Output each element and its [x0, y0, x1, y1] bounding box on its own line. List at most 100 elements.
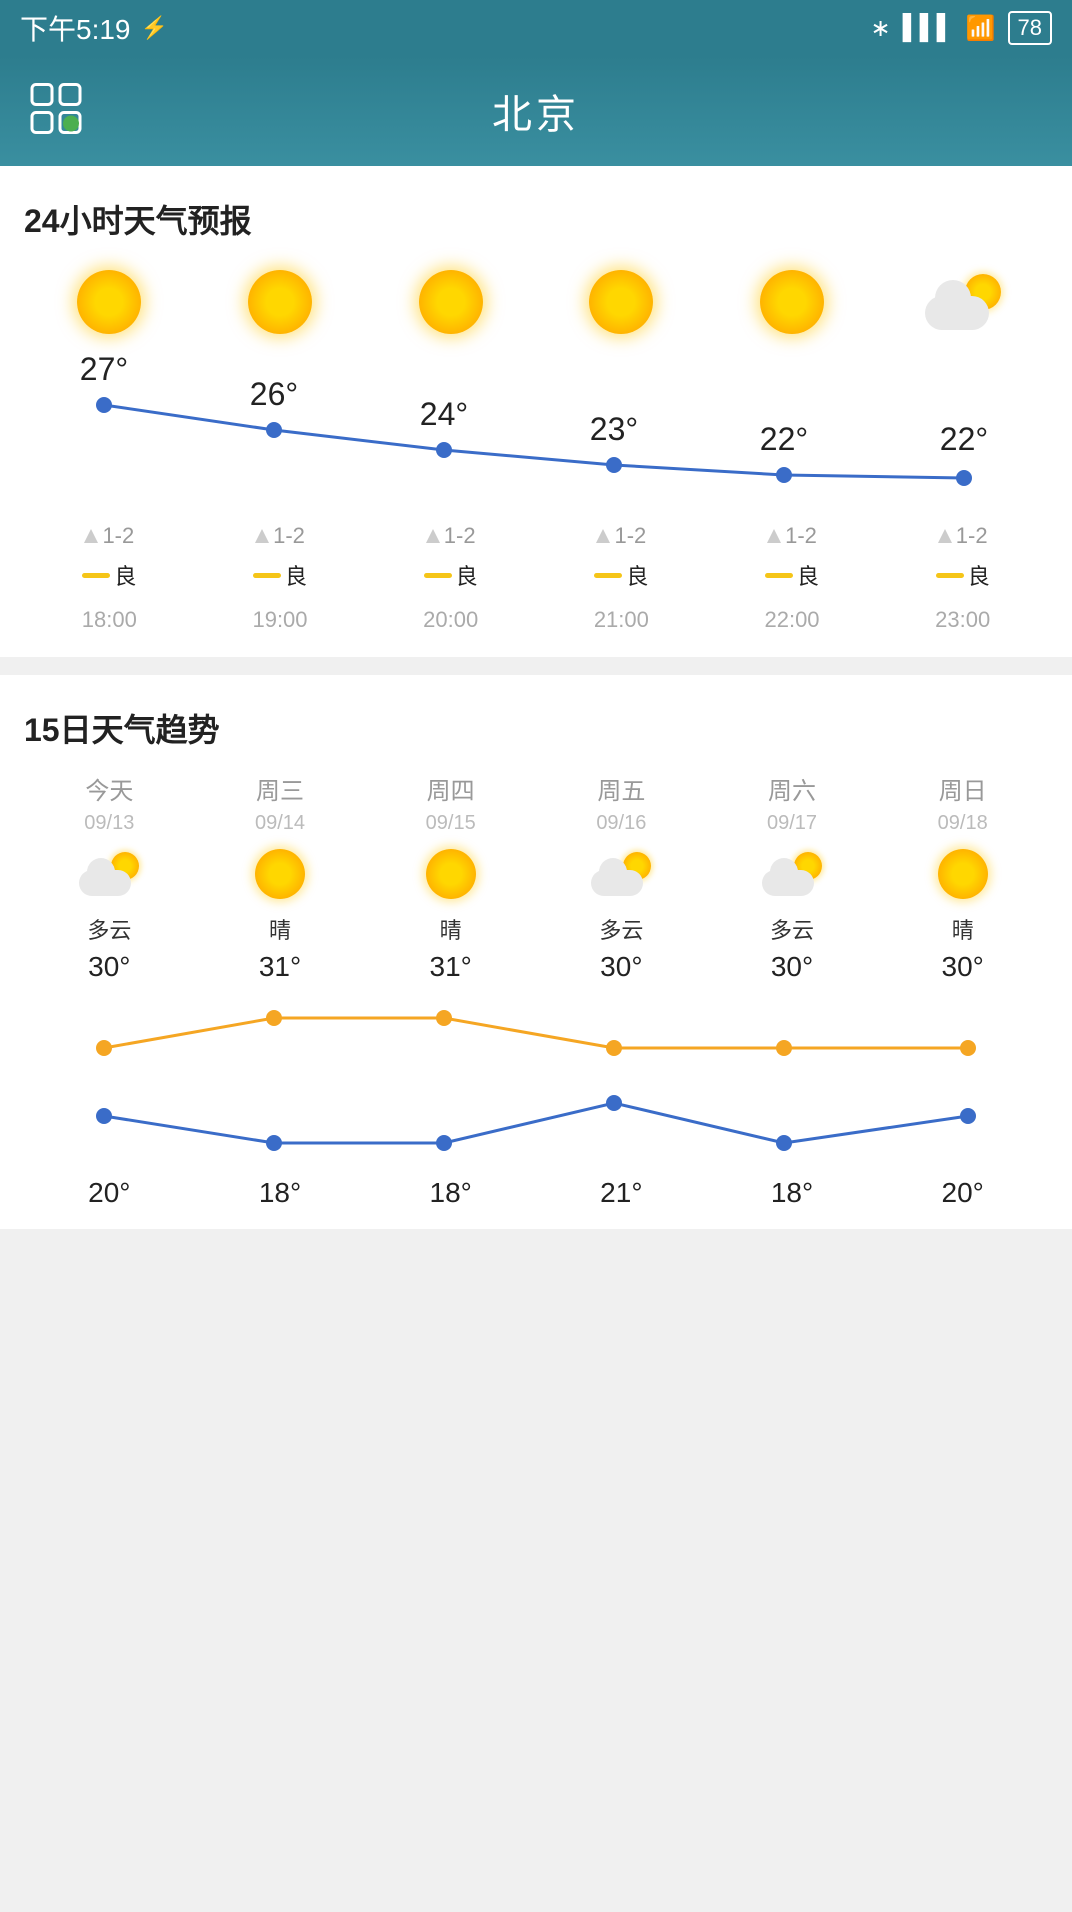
forecast-15d-title: 15日天气趋势: [24, 705, 1048, 751]
aqi-col-1: 良: [195, 559, 366, 595]
day-date-4: 09/17: [767, 812, 817, 835]
aqi-bar-5: [936, 573, 964, 578]
low-temp-col-4: 18°: [707, 1177, 878, 1209]
forecast-col-1: [195, 262, 366, 350]
day-desc-1: 晴: [269, 913, 291, 945]
time-col-1: 19:00: [195, 603, 366, 633]
day-icon-5: [933, 849, 993, 899]
low-temp-col-0: 20°: [24, 1177, 195, 1209]
time-col-4: 22:00: [707, 603, 878, 633]
day-col-0: 今天 09/13 多云 30°: [24, 771, 195, 983]
low-temp-trend-chart: [24, 1088, 1048, 1173]
wind-info-3: 1-2: [596, 523, 646, 549]
forecast-icons-row: [24, 262, 1048, 350]
wind-arrow-icon-0: [84, 529, 98, 543]
time-label-5: 23:00: [935, 607, 990, 633]
time-col-2: 20:00: [365, 603, 536, 633]
forecast-24h-section: 24小时天气预报: [0, 166, 1072, 657]
wind-col-1: 1-2: [195, 523, 366, 553]
aqi-label-4: 良: [797, 559, 819, 591]
aqi-label-1: 良: [285, 559, 307, 591]
wifi-icon: 📶: [966, 14, 996, 43]
day-desc-3: 多云: [599, 913, 643, 945]
low-temp-row: 20° 18° 18° 21° 18° 20°: [24, 1177, 1048, 1209]
status-time: 下午5:19: [20, 8, 131, 48]
low-temp-value-5: 20°: [942, 1177, 984, 1209]
status-icons: ∗ ▌▌▌ 📶 78: [871, 11, 1053, 45]
day-col-1: 周三 09/14 晴 31°: [195, 771, 366, 983]
low-temp-col-2: 18°: [365, 1177, 536, 1209]
header-grid-icon[interactable]: [30, 83, 82, 140]
forecast-col-4: [707, 262, 878, 350]
day-col-5: 周日 09/18 晴 30°: [877, 771, 1048, 983]
wind-arrow-icon-4: [767, 529, 781, 543]
wind-row: 1-2 1-2 1-2 1-2: [24, 523, 1048, 553]
wind-col-4: 1-2: [707, 523, 878, 553]
aqi-bar-3: [594, 573, 622, 578]
wind-level-2: 1-2: [444, 523, 476, 549]
day-name-2: 周四: [427, 771, 475, 806]
aqi-col-0: 良: [24, 559, 195, 595]
aqi-col-4: 良: [707, 559, 878, 595]
day-name-4: 周六: [768, 771, 816, 806]
wind-col-5: 1-2: [877, 523, 1048, 553]
wind-col-3: 1-2: [536, 523, 707, 553]
day-name-3: 周五: [597, 771, 645, 806]
weather-icon-3: [581, 262, 661, 342]
aqi-label-0: 良: [114, 559, 136, 591]
day-high-2: 31°: [430, 951, 472, 983]
forecast-24h-title: 24小时天气预报: [24, 196, 1048, 242]
aqi-row: 良 良 良 良: [24, 559, 1048, 595]
wind-info-2: 1-2: [426, 523, 476, 549]
low-temp-col-5: 20°: [877, 1177, 1048, 1209]
aqi-col-3: 良: [536, 559, 707, 595]
lightning-icon: ⚡: [141, 15, 168, 41]
aqi-good-5: 良: [936, 559, 990, 591]
forecast-col-0: [24, 262, 195, 350]
svg-text:27°: 27°: [80, 351, 128, 387]
day-icon-2: [421, 849, 481, 899]
weather-icon-4: [752, 262, 832, 342]
day-col-3: 周五 09/16 多云 30°: [536, 771, 707, 983]
day-col-2: 周四 09/15 晴 31°: [365, 771, 536, 983]
wind-level-3: 1-2: [614, 523, 646, 549]
main-content: 24小时天气预报: [0, 166, 1072, 1229]
day-high-1: 31°: [259, 951, 301, 983]
day-date-0: 09/13: [84, 812, 134, 835]
forecast-15d-section: 15日天气趋势 今天 09/13 多云 30° 周三 09/14: [0, 675, 1072, 1229]
day-name-5: 周日: [939, 771, 987, 806]
day-date-2: 09/15: [426, 812, 476, 835]
time-col-0: 18:00: [24, 603, 195, 633]
aqi-good-1: 良: [253, 559, 307, 591]
aqi-bar-4: [765, 573, 793, 578]
svg-text:24°: 24°: [420, 396, 468, 432]
wind-info-0: 1-2: [84, 523, 134, 549]
day-date-1: 09/14: [255, 812, 305, 835]
wind-info-4: 1-2: [767, 523, 817, 549]
svg-text:22°: 22°: [760, 421, 808, 457]
weather-icon-0: [69, 262, 149, 342]
app-header: 北京: [0, 56, 1072, 166]
temp-chart-24h: 27° 26° 24° 23° 22° 22°: [24, 350, 1048, 515]
low-temp-col-3: 21°: [536, 1177, 707, 1209]
status-bar: 下午5:19 ⚡ ∗ ▌▌▌ 📶 78: [0, 0, 1072, 56]
aqi-bar-2: [424, 573, 452, 578]
aqi-bar-0: [82, 573, 110, 578]
low-temp-col-1: 18°: [195, 1177, 366, 1209]
wind-arrow-icon-3: [596, 529, 610, 543]
wind-level-5: 1-2: [956, 523, 988, 549]
svg-text:23°: 23°: [590, 411, 638, 447]
battery-indicator: 78: [1008, 11, 1052, 45]
time-row: 18:00 19:00 20:00 21:00 22:00 23:00: [24, 603, 1048, 633]
forecast-col-3: [536, 262, 707, 350]
low-temp-value-4: 18°: [771, 1177, 813, 1209]
wind-arrow-icon-1: [255, 529, 269, 543]
day-high-4: 30°: [771, 951, 813, 983]
day-name-1: 周三: [256, 771, 304, 806]
days-grid: 今天 09/13 多云 30° 周三 09/14 晴 3: [24, 771, 1048, 983]
aqi-label-2: 良: [456, 559, 478, 591]
low-temp-value-3: 21°: [600, 1177, 642, 1209]
aqi-col-2: 良: [365, 559, 536, 595]
wind-col-2: 1-2: [365, 523, 536, 553]
wind-level-0: 1-2: [102, 523, 134, 549]
